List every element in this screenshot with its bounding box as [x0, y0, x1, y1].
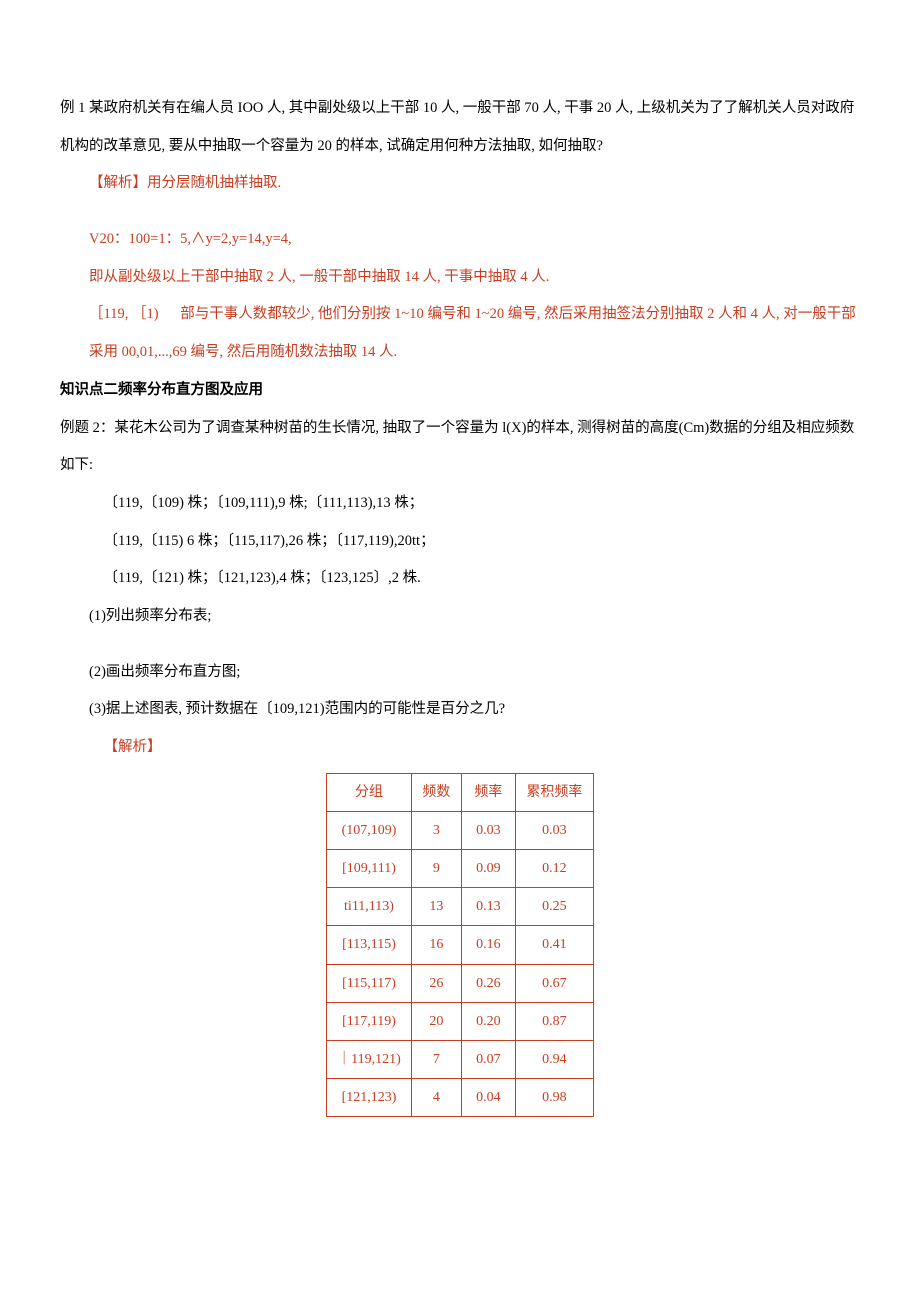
cell-rate: 0.07	[461, 1041, 515, 1079]
cell-group: [117,119)	[327, 1002, 412, 1040]
cell-freq: 16	[411, 926, 461, 964]
question-1: (1)列出频率分布表;	[60, 598, 860, 636]
solution-1-line-3: ［119, ［1) 部与干事人数都较少, 他们分别按 1~10 编号和 1~20…	[60, 296, 860, 371]
cell-rate: 0.13	[461, 888, 515, 926]
cell-freq: 9	[411, 850, 461, 888]
cell-cum: 0.98	[515, 1079, 593, 1117]
solution-1-line-3b: 部与干事人数都较少, 他们分别按 1~10 编号和 1~20 编号, 然后采用抽…	[89, 306, 856, 360]
cell-group: (107,109)	[327, 811, 412, 849]
table-row: [113,115) 16 0.16 0.41	[327, 926, 594, 964]
cell-cum: 0.03	[515, 811, 593, 849]
cell-cum: 0.12	[515, 850, 593, 888]
example-2-data-line-1: 〔119,〔109) 株；〔109,111),9 株;〔111,113),13 …	[60, 485, 860, 523]
table-row: ti11,113) 13 0.13 0.25	[327, 888, 594, 926]
cell-freq: 3	[411, 811, 461, 849]
cell-rate: 0.16	[461, 926, 515, 964]
solution-1-line-2: 即从副处级以上干部中抽取 2 人, 一般干部中抽取 14 人, 干事中抽取 4 …	[60, 259, 860, 297]
cell-freq: 4	[411, 1079, 461, 1117]
frequency-table-wrap: 分组 频数 频率 累积频率 (107,109) 3 0.03 0.03 [109…	[60, 773, 860, 1118]
cell-rate: 0.09	[461, 850, 515, 888]
cell-rate: 0.20	[461, 1002, 515, 1040]
th-freq: 频数	[411, 773, 461, 811]
cell-freq: 20	[411, 1002, 461, 1040]
cell-cum: 0.94	[515, 1041, 593, 1079]
table-header-row: 分组 频数 频率 累积频率	[327, 773, 594, 811]
table-row: [109,111) 9 0.09 0.12	[327, 850, 594, 888]
section-heading-2: 知识点二频率分布直方图及应用	[60, 372, 860, 410]
solution-1-line-1: V20：100=1：5,∧y=2,y=14,y=4,	[60, 221, 860, 259]
cell-group: [109,111)	[327, 850, 412, 888]
solution-1-label: 【解析】用分层随机抽样抽取.	[60, 165, 860, 203]
cell-cum: 0.41	[515, 926, 593, 964]
cell-group: ti11,113)	[327, 888, 412, 926]
table-row: [117,119) 20 0.20 0.87	[327, 1002, 594, 1040]
cell-rate: 0.03	[461, 811, 515, 849]
th-group: 分组	[327, 773, 412, 811]
cell-freq: 13	[411, 888, 461, 926]
example-2-data-line-3: 〔119,〔121) 株；〔121,123),4 株；〔123,125〕,2 株…	[60, 560, 860, 598]
cell-group: ｜119,121)	[327, 1041, 412, 1079]
example-2: 例题 2：某花木公司为了调查某种树苗的生长情况, 抽取了一个容量为 l(X)的样…	[60, 410, 860, 485]
table-row: [121,123) 4 0.04 0.98	[327, 1079, 594, 1117]
cell-cum: 0.25	[515, 888, 593, 926]
question-3: (3)据上述图表, 预计数据在〔109,121)范围内的可能性是百分之几?	[60, 691, 860, 729]
table-row: ｜119,121) 7 0.07 0.94	[327, 1041, 594, 1079]
example-2-data-line-2: 〔119,〔115) 6 株；〔115,117),26 株；〔117,119),…	[60, 523, 860, 561]
cell-group: [115,117)	[327, 964, 412, 1002]
cell-group: [113,115)	[327, 926, 412, 964]
solution-1-line-3a: ［119, ［1)	[89, 306, 159, 322]
frequency-table: 分组 频数 频率 累积频率 (107,109) 3 0.03 0.03 [109…	[326, 773, 594, 1118]
cell-cum: 0.87	[515, 1002, 593, 1040]
cell-group: [121,123)	[327, 1079, 412, 1117]
cell-cum: 0.67	[515, 964, 593, 1002]
table-row: (107,109) 3 0.03 0.03	[327, 811, 594, 849]
question-2: (2)画出频率分布直方图;	[60, 654, 860, 692]
th-rate: 频率	[461, 773, 515, 811]
solution-2-label: 【解析】	[60, 729, 860, 767]
cell-freq: 26	[411, 964, 461, 1002]
th-cum: 累积频率	[515, 773, 593, 811]
table-row: [115,117) 26 0.26 0.67	[327, 964, 594, 1002]
cell-rate: 0.26	[461, 964, 515, 1002]
example-1: 例 1 某政府机关有在编人员 IOO 人, 其中副处级以上干部 10 人, 一般…	[60, 90, 860, 165]
cell-rate: 0.04	[461, 1079, 515, 1117]
cell-freq: 7	[411, 1041, 461, 1079]
